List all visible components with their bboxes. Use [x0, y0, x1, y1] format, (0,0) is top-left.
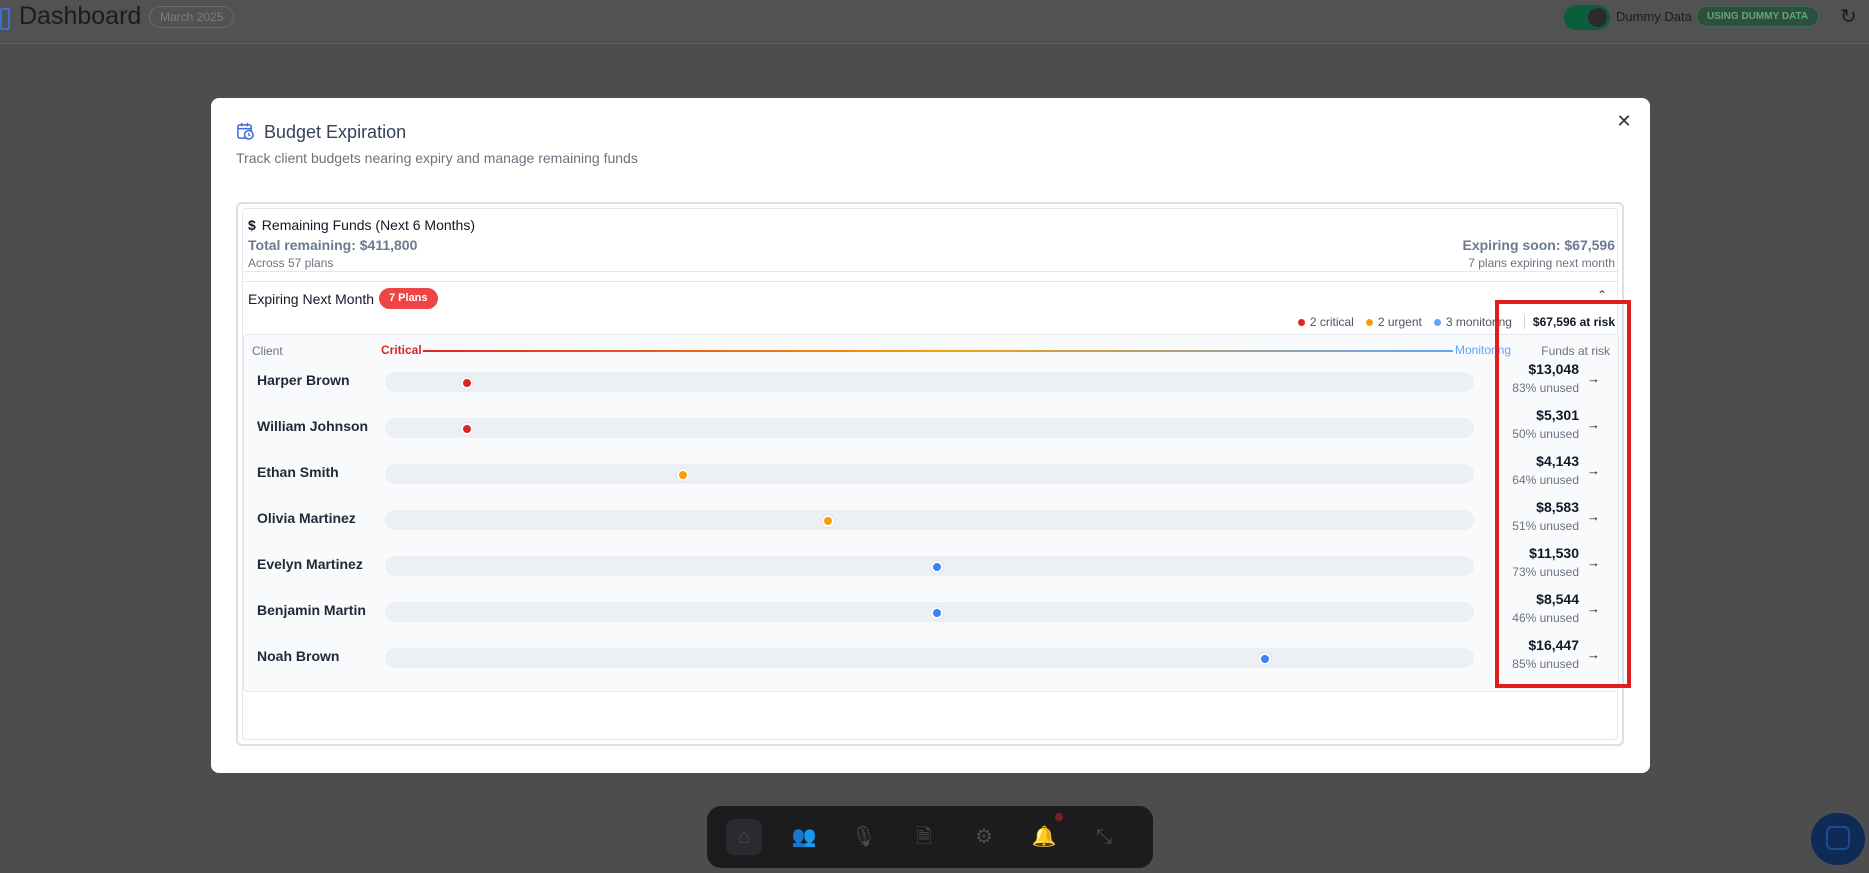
expiring-soon-total: Expiring soon: $67,596: [1462, 237, 1616, 253]
gear-icon[interactable]: ⚙: [966, 819, 1002, 855]
table-row[interactable]: Harper Brown $13,048 83% unused →: [244, 359, 1618, 405]
notification-badge: [1055, 813, 1063, 821]
bottom-dock: ⌂ 👥 🎙 🗎 ⚙ 🔔 ⤡: [707, 806, 1153, 868]
budget-expiration-modal: Budget Expiration Track client budgets n…: [211, 98, 1650, 773]
client-name: Olivia Martinez: [257, 510, 356, 526]
assistant-bot-button[interactable]: [1811, 813, 1865, 865]
document-icon[interactable]: 🗎: [906, 819, 942, 855]
modal-title: Budget Expiration: [264, 122, 407, 142]
timeline-track: [385, 418, 1474, 438]
expiring-next-month-title: Expiring Next Month: [248, 291, 375, 307]
users-icon[interactable]: 👥: [786, 819, 822, 855]
status-dot: [1258, 653, 1271, 665]
page-title: Dashboard: [19, 2, 142, 30]
refresh-icon[interactable]: ↻: [1840, 6, 1862, 28]
expiring-plans-table: Client Critical Monitoring Funds at risk…: [243, 334, 1619, 692]
timeline-track: [385, 464, 1474, 484]
monitoring-dot-icon: [1433, 318, 1441, 326]
client-name: Noah Brown: [257, 648, 340, 664]
table-row[interactable]: William Johnson $5,301 50% unused →: [244, 405, 1618, 451]
budget-panel-inner: $ Remaining Funds (Next 6 Months) Total r…: [242, 208, 1619, 740]
table-row[interactable]: Ethan Smith $4,143 64% unused →: [244, 451, 1618, 497]
table-row[interactable]: Benjamin Martin $8,544 46% unused →: [244, 589, 1618, 635]
timeline-track: [385, 556, 1474, 576]
client-name: Ethan Smith: [257, 464, 339, 480]
dummy-data-badge: USING DUMMY DATA: [1696, 6, 1820, 27]
legend-urgent-label: 2 urgent: [1377, 315, 1422, 329]
status-dot: [931, 561, 944, 573]
client-name: Evelyn Martinez: [257, 556, 363, 572]
calendar-clock-icon: [237, 122, 254, 140]
timeline-track: [385, 602, 1474, 622]
header-client: Client: [252, 344, 283, 358]
timeline-track: [385, 648, 1474, 668]
legend-critical: 2 critical: [1297, 315, 1354, 329]
critical-dot-icon: [1297, 318, 1305, 326]
legend-urgent: 2 urgent: [1365, 315, 1422, 329]
status-dot: [460, 423, 473, 435]
status-dot: [677, 469, 690, 481]
modal-subtitle: Track client budgets nearing expiry and …: [236, 150, 638, 166]
expiring-next-month-section: Expiring Next Month 7 Plans ⌃ 2 critical…: [243, 281, 1619, 692]
client-name: Benjamin Martin: [257, 602, 366, 618]
dollar-icon: $: [248, 217, 256, 233]
table-row[interactable]: Evelyn Martinez $11,530 73% unused →: [244, 543, 1618, 589]
urgent-dot-icon: [1365, 318, 1373, 326]
timeline-track: [385, 372, 1474, 392]
robot-icon: [1826, 826, 1850, 850]
plans-count-badge: 7 Plans: [379, 288, 438, 309]
client-name: William Johnson: [257, 418, 369, 434]
legend-critical-label: 2 critical: [1309, 315, 1354, 329]
urgency-gradient-line: [423, 350, 1453, 352]
bell-icon[interactable]: 🔔: [1026, 819, 1062, 855]
app-logo-icon: [0, 8, 10, 30]
remaining-funds-heading: $ Remaining Funds (Next 6 Months): [248, 217, 475, 233]
minimize-icon[interactable]: ⤡: [1086, 819, 1122, 855]
remaining-funds-card: $ Remaining Funds (Next 6 Months) Total r…: [243, 209, 1619, 272]
dummy-data-toggle[interactable]: [1564, 5, 1610, 30]
client-name: Harper Brown: [257, 372, 350, 388]
table-row[interactable]: Olivia Martinez $8,583 51% unused →: [244, 497, 1618, 543]
close-icon[interactable]: ✕: [1613, 110, 1635, 132]
total-remaining: Total remaining: $411,800: [248, 237, 418, 253]
plans-next-month: 7 plans expiring next month: [1468, 256, 1615, 270]
table-row[interactable]: Noah Brown $16,447 85% unused →: [244, 635, 1618, 681]
top-bar: Dashboard March 2025 Dummy Data USING DU…: [0, 0, 1869, 44]
funds-at-risk-highlight: [1495, 300, 1631, 688]
timeline-track: [385, 510, 1474, 530]
month-badge[interactable]: March 2025: [149, 6, 235, 28]
header-critical: Critical: [381, 343, 422, 357]
remaining-funds-title: Remaining Funds (Next 6 Months): [261, 217, 475, 233]
microphone-icon[interactable]: 🎙: [846, 819, 882, 855]
status-dot: [931, 607, 944, 619]
budget-panel: $ Remaining Funds (Next 6 Months) Total r…: [236, 202, 1624, 746]
status-dot: [822, 515, 835, 527]
home-icon[interactable]: ⌂: [726, 819, 762, 855]
status-dot: [460, 377, 473, 389]
dummy-data-label: Dummy Data: [1616, 9, 1692, 24]
plans-count: Across 57 plans: [248, 256, 334, 270]
